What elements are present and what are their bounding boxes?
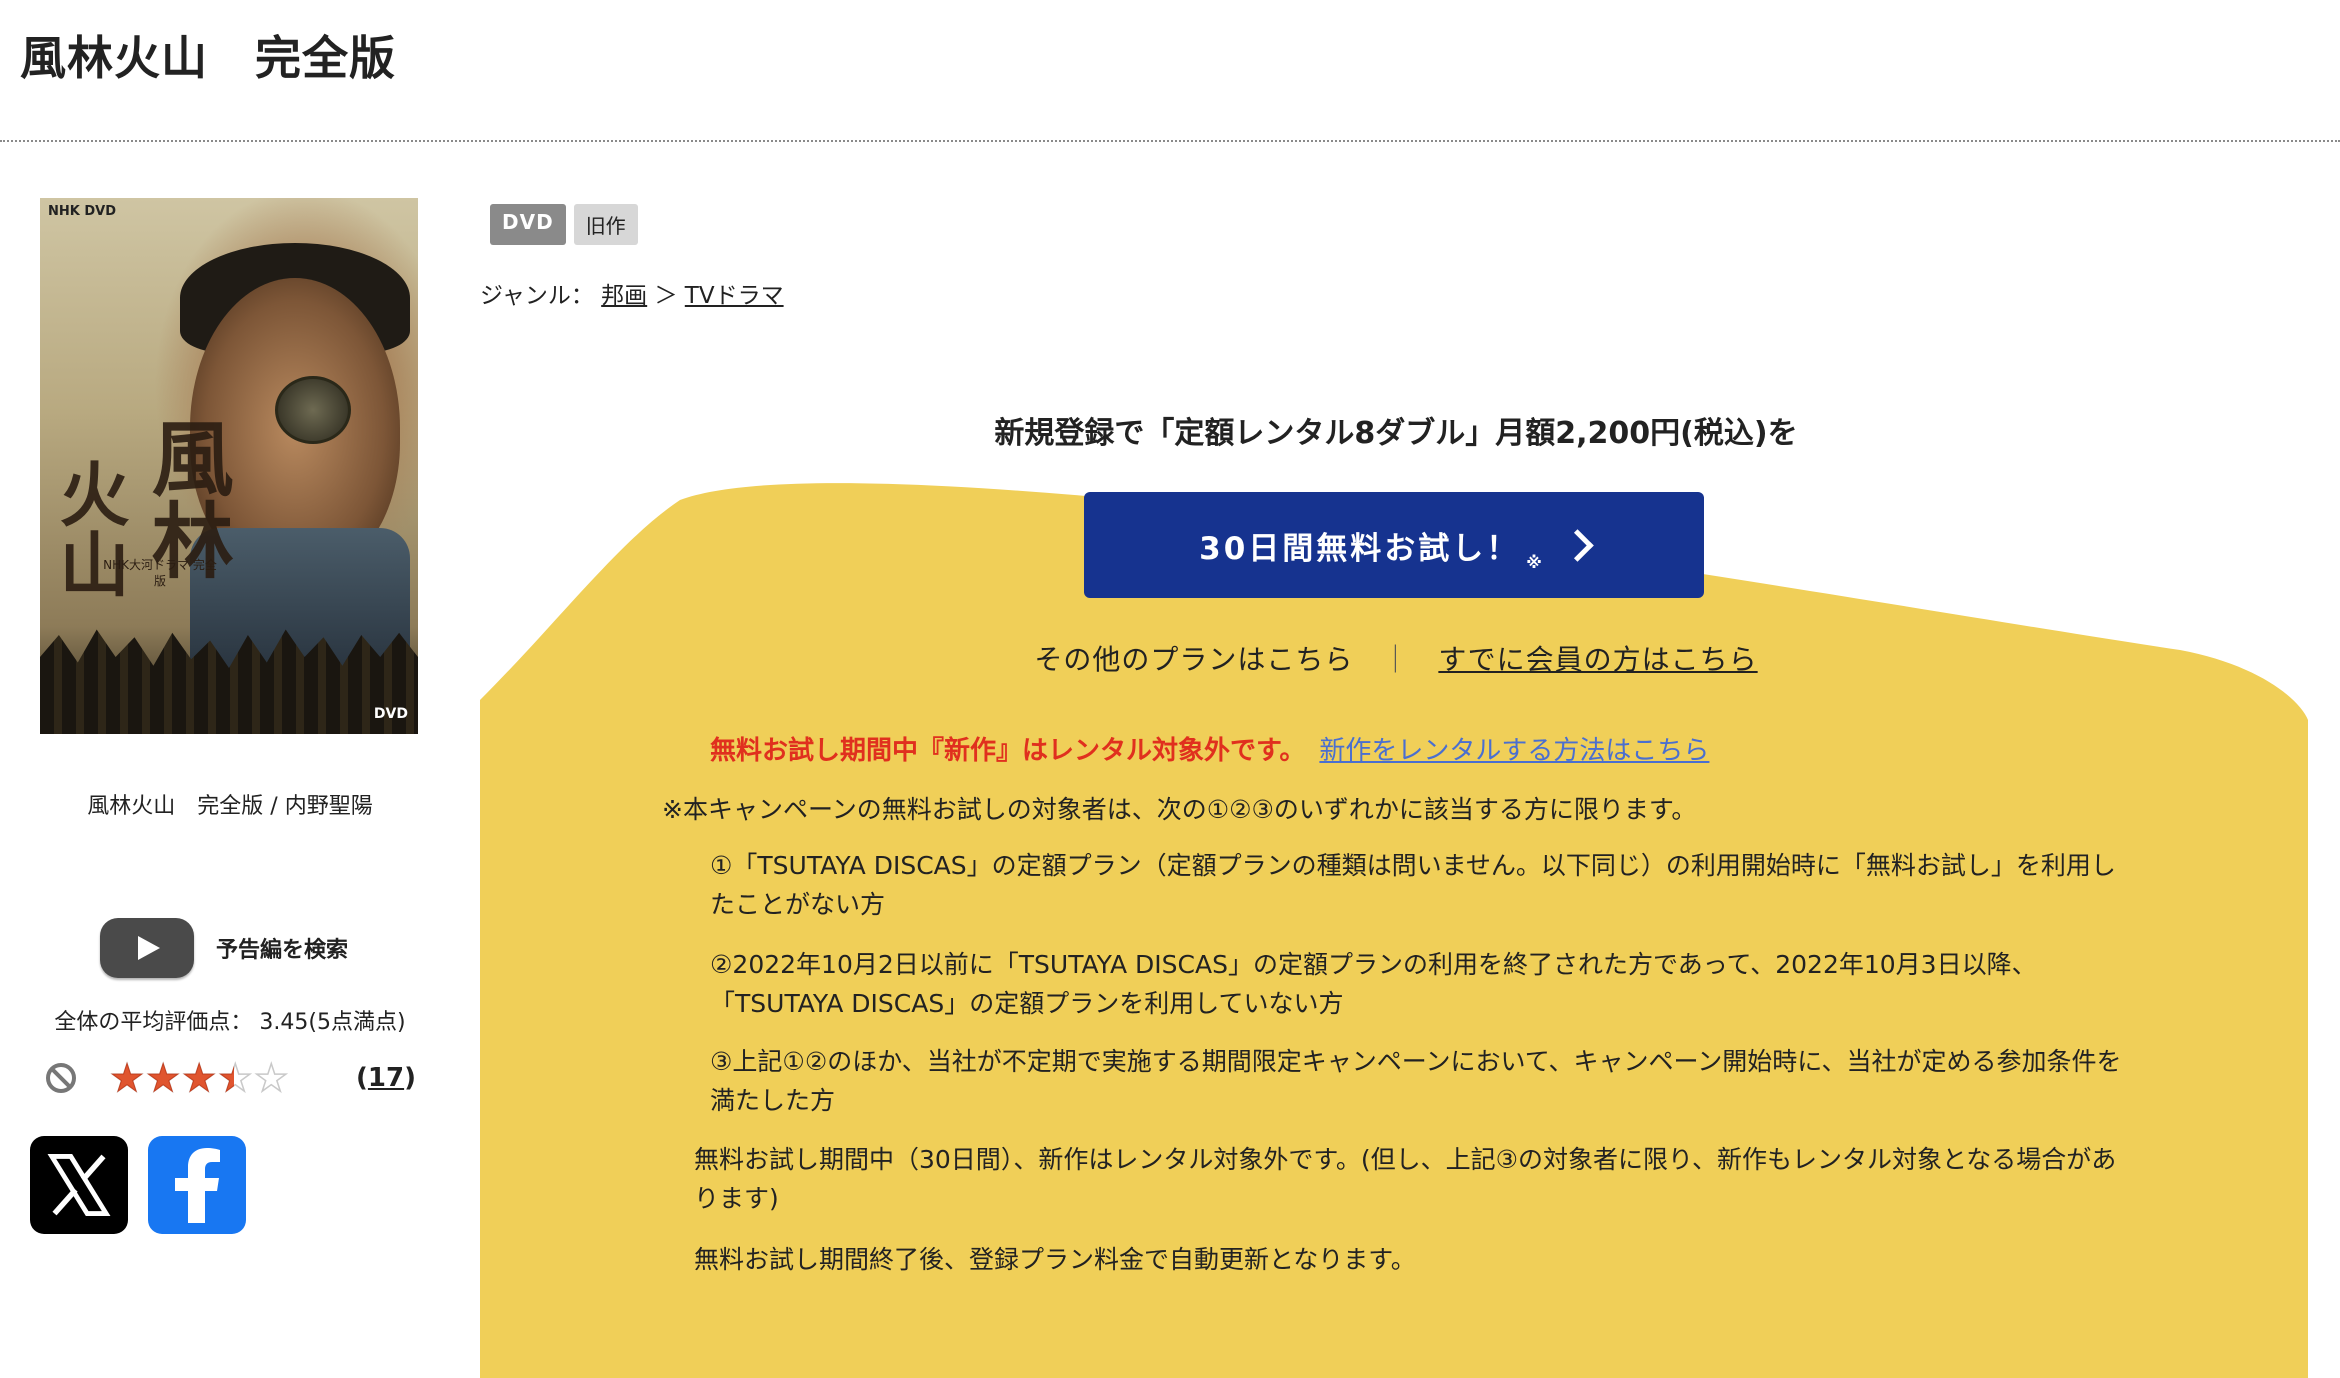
plan-links-separator: ｜	[1381, 643, 1411, 676]
plan-links: その他のプランはこちら ｜ すでに会員の方はこちら	[480, 638, 2312, 678]
cover-subtitle: NHK大河ドラマ 完全版	[103, 558, 217, 588]
terms-item-3: ③上記①②のほか、当社が不定期で実施する期間限定キャンペーンにおいて、キャンペー…	[710, 1047, 2122, 1115]
badge-dvd: DVD	[490, 204, 566, 245]
item-caption: 風林火山 完全版 / 内野聖陽	[87, 794, 373, 819]
cover-dvd-mark: DVD	[373, 706, 408, 722]
title-divider	[0, 140, 2340, 142]
free-trial-label: 30日間無料お試し！	[1199, 530, 1521, 567]
free-trial-note: ※	[1526, 553, 1542, 572]
format-badges: DVD 旧作	[490, 204, 638, 245]
page-title: 風林火山 完全版	[20, 31, 396, 85]
new-release-notice: 無料お試し期間中『新作』はレンタル対象外です。 新作をレンタルする方法はこちら	[710, 730, 1709, 767]
terms-item-1: ①「TSUTAYA DISCAS」の定額プラン（定額プランの種類は問いません。以…	[710, 851, 2116, 919]
facebook-logo-icon	[175, 1148, 220, 1223]
terms-note-auto-renewal: 無料お試し期間終了後、登録プラン料金で自動更新となります。	[694, 1245, 1416, 1274]
star-rating-icon: ★★★★★ ★★★★★	[109, 1055, 291, 1101]
cover-image[interactable]: NHK DVD 火山 風林 NHK大河ドラマ 完全版 DVD	[40, 198, 418, 734]
youtube-play-icon[interactable]	[100, 918, 194, 978]
genre-breadcrumb: ジャンル： 邦画 ＞ TVドラマ	[480, 276, 784, 310]
genre-separator: ＞	[654, 283, 678, 309]
new-release-warning: 無料お試し期間中『新作』はレンタル対象外です。	[710, 736, 1306, 766]
ban-icon[interactable]	[46, 1063, 76, 1093]
badge-old-release: 旧作	[573, 204, 638, 245]
other-plans-link[interactable]: その他のプランはこちら	[1034, 643, 1353, 676]
trailer-search-button[interactable]: 予告編を検索	[100, 918, 348, 978]
new-release-rental-link[interactable]: 新作をレンタルする方法はこちら	[1319, 736, 1709, 766]
share-x-button[interactable]	[30, 1136, 128, 1234]
x-logo-icon	[47, 1154, 111, 1216]
terms-note-trial-period: 無料お試し期間中（30日間）、新作はレンタル対象外です。(但し、上記③の対象者に…	[694, 1145, 2117, 1213]
cover-calligraphy-right: 風林	[137, 416, 234, 580]
genre-link-japanese-film[interactable]: 邦画	[601, 283, 647, 309]
member-login-link[interactable]: すでに会員の方はこちら	[1438, 643, 1757, 676]
free-trial-button[interactable]: 30日間無料お試し！ ※	[1084, 492, 1704, 598]
chevron-right-icon	[1561, 528, 1594, 562]
review-count-link[interactable]: 17	[368, 1063, 404, 1093]
share-facebook-button[interactable]	[148, 1136, 246, 1234]
genre-link-tv-drama[interactable]: TVドラマ	[685, 283, 784, 309]
terms-item-2: ②2022年10月2日以前に「TSUTAYA DISCAS」の定額プランの利用を…	[710, 950, 2037, 1018]
cover-eyepatch	[275, 376, 351, 444]
terms-intro: ※本キャンペーンの無料お試しの対象者は、次の①②③のいずれかに該当する方に限りま…	[662, 795, 1697, 824]
average-rating-text: 全体の平均評価点： 3.45(5点満点)	[54, 1010, 406, 1035]
rating-row: ★★★★★ ★★★★★ (17)	[46, 1055, 416, 1101]
trailer-search-label[interactable]: 予告編を検索	[216, 932, 348, 964]
cover-logo: NHK DVD	[48, 204, 117, 219]
review-count[interactable]: (17)	[356, 1063, 416, 1093]
genre-prefix: ジャンル：	[480, 283, 594, 309]
promo-headline: 新規登録で「定額レンタル8ダブル」月額2,200円(税込)を	[994, 416, 1798, 451]
